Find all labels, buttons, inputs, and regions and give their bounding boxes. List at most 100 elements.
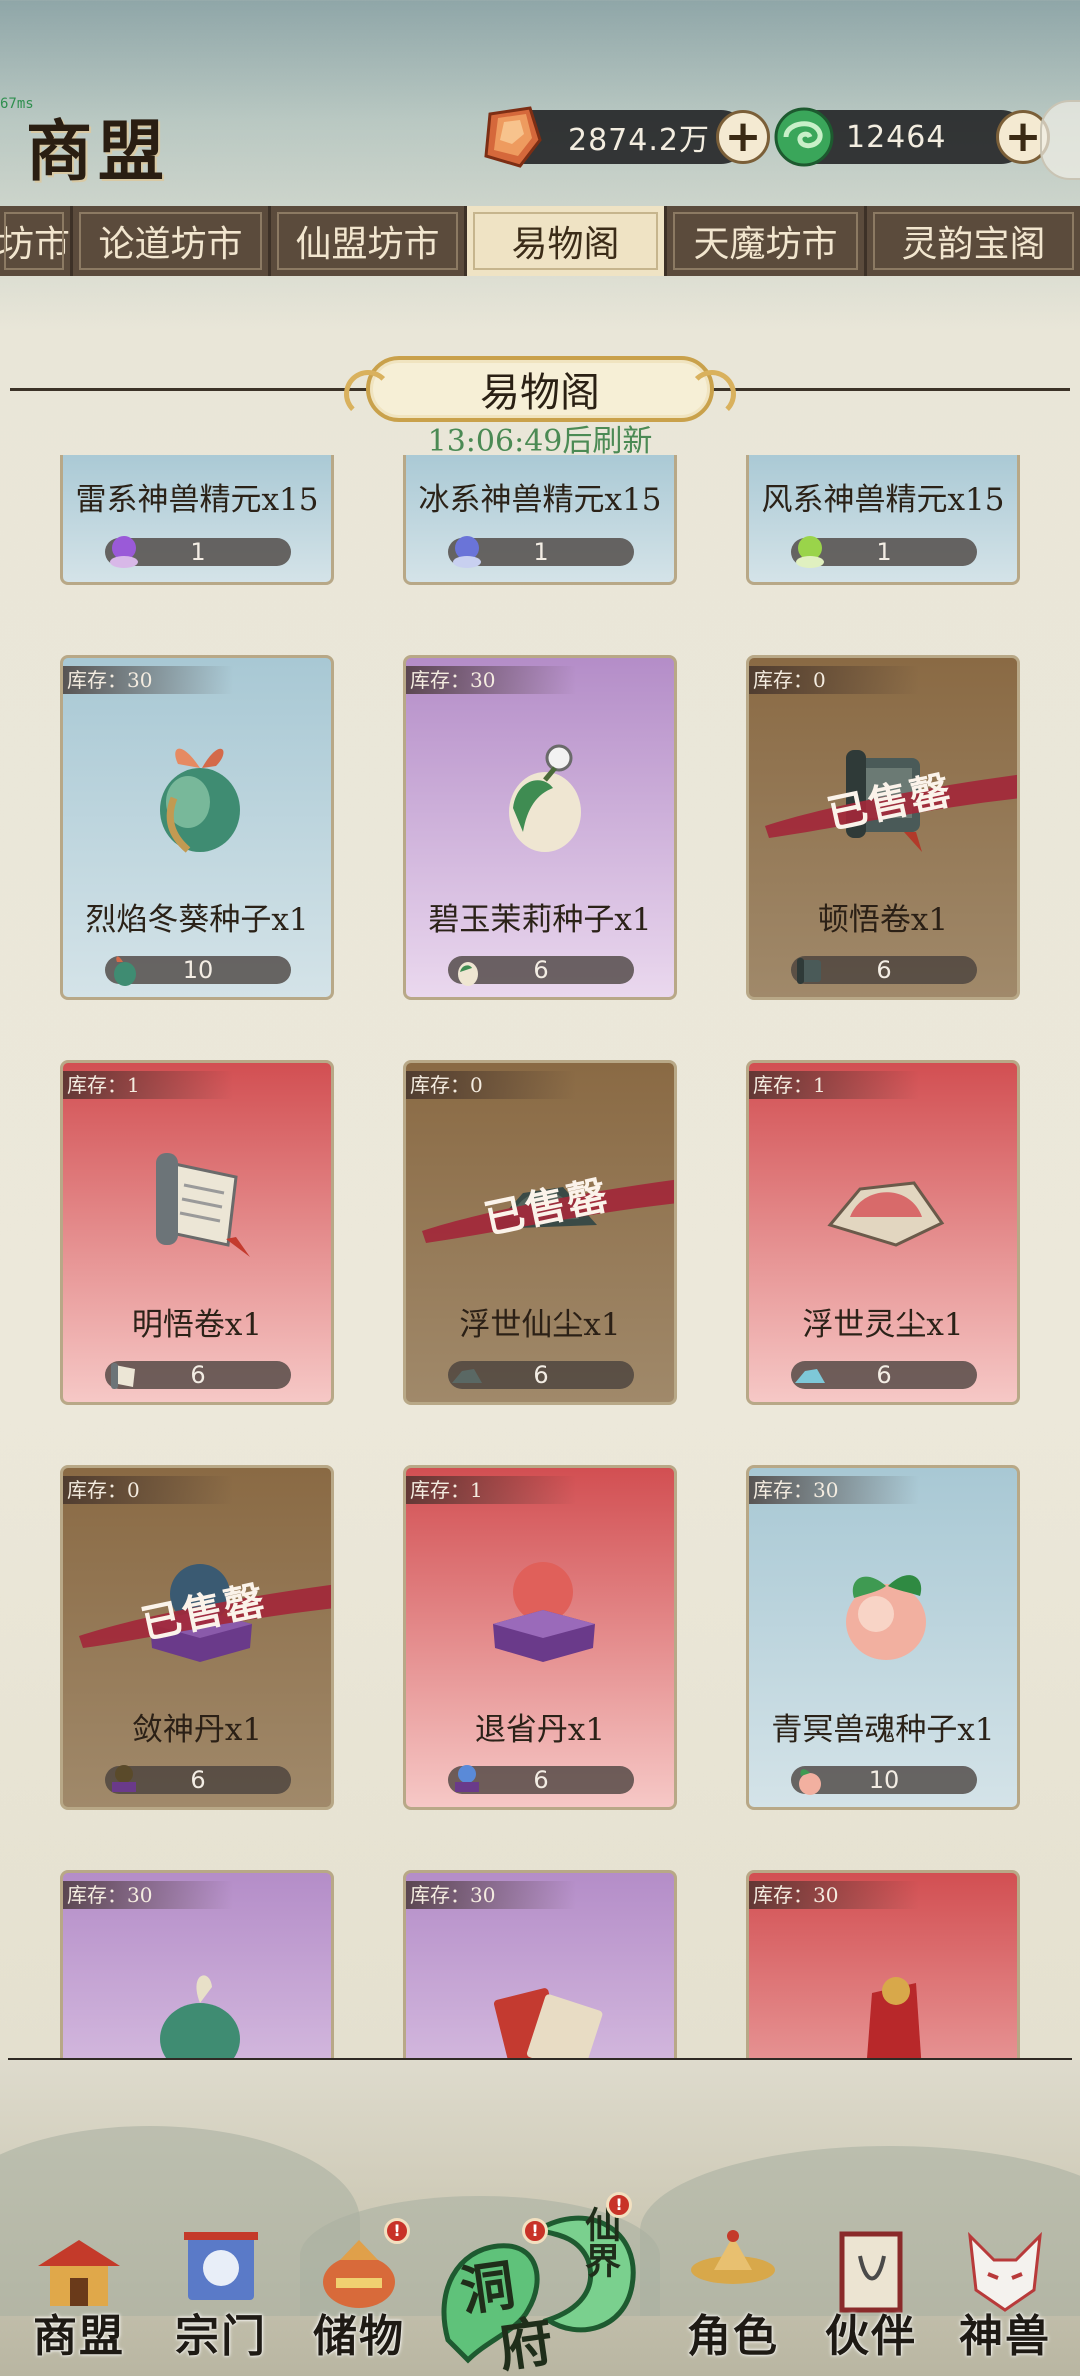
item-card[interactable]: 库存：1 浮世灵尘x1 6 (746, 1060, 1020, 1405)
currency-jade: 12464 + (774, 107, 1050, 167)
stock-label: 库存：0 (749, 666, 919, 694)
stock-label: 库存：30 (63, 1881, 233, 1909)
price-value: 6 (533, 1766, 549, 1794)
item-name: 顿悟卷x1 (817, 902, 949, 938)
nav-label: 储物 (313, 2311, 405, 2362)
price-pill: 6 (791, 956, 977, 984)
item-name: 冰系神兽精元x15 (418, 482, 662, 518)
price-pill: 6 (791, 1361, 977, 1389)
tab-spirit-treasure[interactable]: 灵韵宝阁 (864, 206, 1080, 276)
nav-label: 神兽 (959, 2311, 1051, 2362)
price-value: 6 (876, 1361, 892, 1389)
price-value: 6 (533, 956, 549, 984)
nav-item-divine-beast[interactable]: 神兽 (940, 2226, 1070, 2376)
price-pill: 6 (105, 1361, 291, 1389)
page-title: 商盟 (26, 112, 170, 190)
item-card[interactable]: 库存：1 退省丹x1 6 (403, 1465, 677, 1810)
tab-demon-market[interactable]: 天魔坊市 (664, 206, 864, 276)
price-value: 1 (533, 538, 549, 566)
item-card[interactable]: 库存：30 青冥兽魂种子x1 10 (746, 1465, 1020, 1810)
nav-label: 角色 (687, 2311, 779, 2362)
stock-label: 库存：30 (406, 666, 576, 694)
price-value: 6 (533, 1361, 549, 1389)
book-icon (493, 1988, 603, 2060)
nav-item-character[interactable]: 角色 (668, 2226, 798, 2376)
seed-icon (160, 748, 240, 853)
stock-label: 库存：0 (63, 1476, 233, 1504)
jade-amount: 12464 (846, 119, 947, 155)
stock-label: 库存：1 (749, 1071, 919, 1099)
seed-icon (509, 744, 581, 852)
item-name: 浮世仙尘x1 (459, 1307, 621, 1343)
item-card[interactable]: 库存：0 已售罄 浮世仙尘x1 6 (403, 1060, 677, 1405)
item-card[interactable]: 库存：0 已售罄 敛神丹x1 6 (60, 1465, 334, 1810)
stock-label: 库存：1 (63, 1071, 233, 1099)
refresh-timer: 13:06:49后刷新 (427, 424, 653, 459)
item-name: 碧玉茉莉种子x1 (428, 902, 652, 938)
nav-item-storage[interactable]: ! 储物 (294, 2218, 424, 2376)
item-name: 明悟卷x1 (131, 1307, 263, 1343)
price-value: 10 (182, 956, 214, 984)
item-card[interactable]: 库存：30 (746, 1870, 1020, 2060)
stock-label: 库存：30 (749, 1881, 919, 1909)
item-name: 青冥兽魂种子x1 (771, 1712, 995, 1748)
cave-label-bottom: 府 (494, 2308, 557, 2376)
price-pill: 1 (105, 536, 291, 568)
price-value: 10 (868, 1766, 900, 1794)
section-title: 易物阁 (344, 356, 736, 422)
item-name: 风系神兽精元x15 (761, 482, 1005, 518)
jade-swirl-icon (774, 107, 834, 167)
spirit-stone-amount: 2874.2万 (568, 123, 710, 158)
market-tabs: 坊市 论道坊市 仙盟坊市 易物阁 天魔坊市 灵韵宝阁 (0, 206, 1080, 276)
price-value: 6 (190, 1766, 206, 1794)
nav-item-partner[interactable]: 伙伴 (806, 2226, 936, 2376)
price-value: 6 (876, 956, 892, 984)
header-divider-right (712, 388, 1070, 391)
nav-label: 宗门 (175, 2311, 267, 2362)
currency-spirit-stone: 2874.2万 + (484, 106, 770, 168)
price-value: 1 (876, 538, 892, 566)
notification-badge: ! (384, 2218, 410, 2244)
item-grid: 雷系神兽精元x15 1 冰系神兽精元x15 1 风系神兽精元x15 1 库存：3… (0, 455, 1080, 2060)
item-name: 烈焰冬葵种子x1 (85, 902, 309, 938)
seed-icon (160, 1975, 240, 2060)
nav-item-alliance[interactable]: 商盟 (14, 2226, 144, 2376)
tab-barter-pavilion[interactable]: 易物阁 (464, 206, 664, 276)
nav-label: 商盟 (33, 2311, 125, 2362)
notification-badge: ! (606, 2192, 632, 2218)
item-card[interactable]: 冰系神兽精元x15 1 (403, 455, 677, 585)
item-card[interactable]: 库存：1 明悟卷x1 6 (60, 1060, 334, 1405)
header-divider-left (10, 388, 370, 391)
item-name: 浮世灵尘x1 (802, 1307, 964, 1343)
price-pill: 10 (791, 1766, 977, 1795)
nav-label: 伙伴 (825, 2311, 917, 2362)
spirit-stone-icon (484, 106, 542, 168)
price-pill: 6 (448, 1361, 634, 1389)
item-card[interactable]: 库存：0 已售罄 顿悟卷x1 6 (746, 655, 1020, 1000)
tab-debate-market[interactable]: 论道坊市 (70, 206, 268, 276)
add-spirit-stone-button[interactable]: + (716, 110, 770, 164)
banner-icon (866, 1977, 922, 2060)
stock-label: 库存：30 (749, 1476, 919, 1504)
item-name: 雷系神兽精元x15 (75, 482, 319, 518)
scroll-icon (156, 1153, 250, 1257)
tab-market-partial[interactable]: 坊市 (0, 206, 70, 276)
notification-badge: ! (522, 2218, 548, 2244)
item-card[interactable]: 库存：30 (60, 1870, 334, 2060)
price-pill: 1 (791, 536, 977, 568)
stock-label: 库存：30 (406, 1881, 576, 1909)
stock-label: 库存：30 (63, 666, 233, 694)
pill-icon (493, 1562, 595, 1662)
tab-alliance-market[interactable]: 仙盟坊市 (268, 206, 464, 276)
item-card[interactable]: 库存：30 碧玉茉莉种子x1 6 (403, 655, 677, 1000)
item-name: 敛神丹x1 (131, 1712, 263, 1748)
price-pill: 10 (105, 956, 291, 986)
item-card[interactable]: 雷系神兽精元x15 1 (60, 455, 334, 585)
item-card[interactable]: 库存：30 烈焰冬葵种子x1 10 (60, 655, 334, 1000)
item-card[interactable]: 风系神兽精元x15 1 (746, 455, 1020, 585)
price-pill: 6 (448, 956, 634, 986)
dust-pile-icon (827, 1181, 945, 1247)
side-menu-handle[interactable] (1040, 100, 1080, 180)
nav-item-sect[interactable]: 宗门 (156, 2226, 286, 2376)
item-card[interactable]: 库存：30 (403, 1870, 677, 2060)
